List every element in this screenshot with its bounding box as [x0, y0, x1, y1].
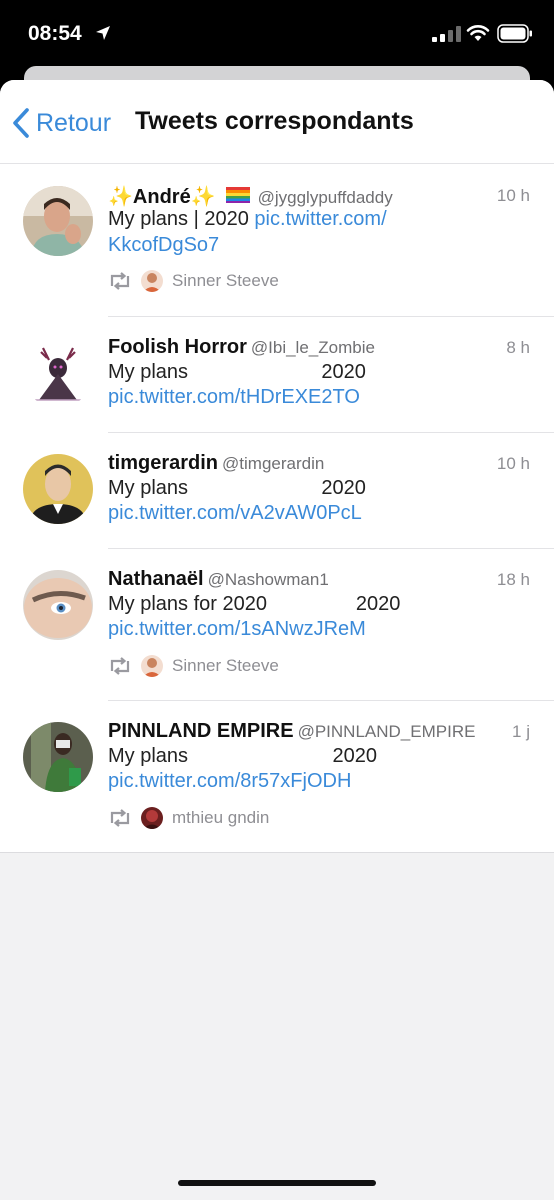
tweet-link[interactable]: pic.twitter.com/8r57xFjODH [108, 770, 351, 792]
tweet-header: timgerardin @timgerardin [108, 452, 324, 475]
tweet-time: 10 h [496, 454, 530, 473]
retweeter-avatar [141, 807, 163, 829]
retweet-row[interactable]: mthieu gndin [108, 806, 269, 830]
avatar[interactable] [23, 722, 93, 792]
tweet-text: My plans 2020 [108, 477, 366, 499]
author-name-text: André [132, 186, 191, 208]
author-handle: @jygglypuffdaddy [257, 188, 393, 207]
location-arrow-icon [96, 26, 110, 40]
modal-sheet: Retour Tweets correspondants ✨André✨ @jyg… [0, 80, 554, 1200]
tweet-list: ✨André✨ @jygglypuffdaddy 10 h My plans | … [0, 164, 554, 853]
navigation-bar: Retour Tweets correspondants [0, 80, 554, 164]
status-bar: 08:54 [0, 0, 554, 66]
tweet-link[interactable]: pic.twitter.com/vA2vAW0PcL [108, 502, 362, 524]
tweet-link-continued[interactable]: KkcofDgSo7 [108, 234, 219, 256]
tweet-item[interactable]: ✨André✨ @jygglypuffdaddy 10 h My plans | … [0, 164, 554, 316]
author-handle: @Nashowman1 [207, 570, 329, 589]
sparkles-icon: ✨ [190, 186, 216, 208]
retweet-row[interactable]: Sinner Steeve [108, 654, 279, 678]
wifi-icon [466, 25, 490, 41]
tweet-header: Foolish Horror @Ibi_le_Zombie [108, 336, 375, 359]
battery-icon [497, 24, 532, 43]
author-name[interactable]: PINNLAND EMPIRE [108, 720, 294, 742]
tweet-time: 18 h [496, 570, 530, 589]
author-name[interactable]: timgerardin [108, 452, 218, 474]
status-time: 08:54 [28, 22, 82, 45]
tweet-link-line: pic.twitter.com/1sANwzJReM [108, 616, 366, 642]
retweet-row[interactable]: Sinner Steeve [108, 269, 279, 293]
home-indicator [178, 1180, 376, 1186]
tweet-item[interactable]: Foolish Horror @Ibi_le_Zombie 8 h My plan… [0, 316, 554, 432]
retweet-icon [110, 809, 130, 827]
tweet-link-line: pic.twitter.com/tHDrEXE2TO [108, 384, 360, 410]
tweet-text: My plans for 2020 2020 [108, 593, 401, 615]
tweet-link[interactable]: pic.twitter.com/1sANwzJReM [108, 618, 366, 640]
page-title: Tweets correspondants [135, 107, 414, 135]
tweet-text: My plans 2020 [108, 361, 366, 383]
tweet-header: Nathanaël @Nashowman1 [108, 568, 329, 591]
cellular-signal-icon [432, 26, 461, 42]
tweet-time: 1 j [512, 722, 530, 741]
author-handle: @PINNLAND_EMPIRE [297, 722, 476, 741]
avatar[interactable] [23, 338, 93, 408]
tweet-item[interactable]: timgerardin @timgerardin 10 h My plans 20… [0, 432, 554, 548]
chevron-left-icon [13, 108, 29, 138]
tweet-time: 8 h [506, 338, 530, 357]
author-name[interactable]: ✨André✨ [108, 186, 216, 208]
sparkles-icon: ✨ [108, 186, 133, 208]
back-label: Retour [36, 108, 112, 137]
avatar[interactable] [23, 186, 93, 256]
author-name[interactable]: Nathanaël [108, 568, 204, 590]
avatar[interactable] [23, 570, 93, 640]
retweeter-name: Sinner Steeve [172, 271, 279, 290]
tweet-item[interactable]: PINNLAND EMPIRE @PINNLAND_EMPIRE 1 j My p… [0, 700, 554, 852]
author-name[interactable]: Foolish Horror [108, 336, 247, 358]
retweet-icon [110, 272, 130, 290]
back-button[interactable]: Retour [10, 106, 111, 140]
author-handle: @timgerardin [222, 454, 325, 473]
tweet-time: 10 h [496, 186, 530, 205]
tweet-item[interactable]: Nathanaël @Nashowman1 18 h My plans for 2… [0, 548, 554, 700]
rainbow-flag-icon [225, 187, 250, 203]
tweet-link[interactable]: pic.twitter.com/ [254, 208, 386, 230]
tweet-link-line: pic.twitter.com/vA2vAW0PcL [108, 500, 362, 526]
author-handle: @Ibi_le_Zombie [250, 338, 375, 357]
retweeter-name: Sinner Steeve [172, 656, 279, 675]
tweet-header: PINNLAND EMPIRE @PINNLAND_EMPIRE [108, 720, 475, 743]
avatar[interactable] [23, 454, 93, 524]
retweeter-avatar [141, 270, 163, 292]
tweet-text: My plans 2020 [108, 745, 377, 767]
tweet-body: My plans | 2020 [108, 208, 255, 230]
retweeter-avatar [141, 655, 163, 677]
retweet-icon [110, 657, 130, 675]
retweeter-name: mthieu gndin [172, 808, 270, 827]
tweet-text-continued: KkcofDgSo7 [108, 232, 219, 258]
tweet-link[interactable]: pic.twitter.com/tHDrEXE2TO [108, 386, 360, 408]
tweet-text: My plans | 2020 pic.twitter.com/ [108, 206, 387, 232]
tweet-link-line: pic.twitter.com/8r57xFjODH [108, 768, 351, 794]
